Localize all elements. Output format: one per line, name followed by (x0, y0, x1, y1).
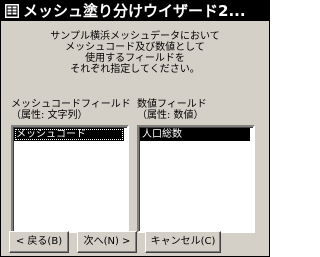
cancel-button[interactable]: キャンセル(C) (145, 231, 221, 253)
mesh-code-field-attribute: （属性: 文字列） (11, 110, 88, 121)
mesh-code-field-listbox[interactable]: メッシュコード (11, 125, 129, 233)
value-field-listbox[interactable]: 人口総数 (137, 125, 255, 233)
instruction-line: それぞれ指定してください。 (70, 64, 200, 75)
value-field-attribute: （属性: 数値） (137, 110, 204, 121)
mesh-code-field-label: メッシュコードフィールド (11, 99, 131, 110)
dialog-body: サンプル横浜メッシュデータにおいて メッシュコード及び数値として 使用するフィー… (1, 21, 269, 256)
back-button[interactable]: < 戻る(B) (9, 231, 69, 253)
value-field-label: 数値フィールド (137, 99, 207, 110)
list-item[interactable]: 人口総数 (140, 128, 250, 141)
title-bar[interactable]: メッシュ塗り分けウイザード2... (1, 1, 269, 21)
value-field-group: 数値フィールド （属性: 数値） 人口総数 (137, 99, 255, 233)
instruction-line: サンプル横浜メッシュデータにおいて (50, 31, 220, 42)
wizard-dialog: メッシュ塗り分けウイザード2... サンプル横浜メッシュデータにおいて メッシュ… (0, 0, 270, 257)
instruction-line: メッシュコード及び数値として (65, 42, 205, 53)
instruction-text: サンプル横浜メッシュデータにおいて メッシュコード及び数値として 使用するフィー… (9, 31, 261, 75)
list-item[interactable]: メッシュコード (14, 128, 124, 141)
wizard-window-icon (5, 4, 19, 18)
instruction-line: 使用するフィールドを (85, 53, 185, 64)
next-button[interactable]: 次へ(N) > (77, 231, 137, 253)
mesh-code-field-group: メッシュコードフィールド （属性: 文字列） メッシュコード (11, 99, 131, 233)
window-title: メッシュ塗り分けウイザード2... (23, 2, 246, 20)
